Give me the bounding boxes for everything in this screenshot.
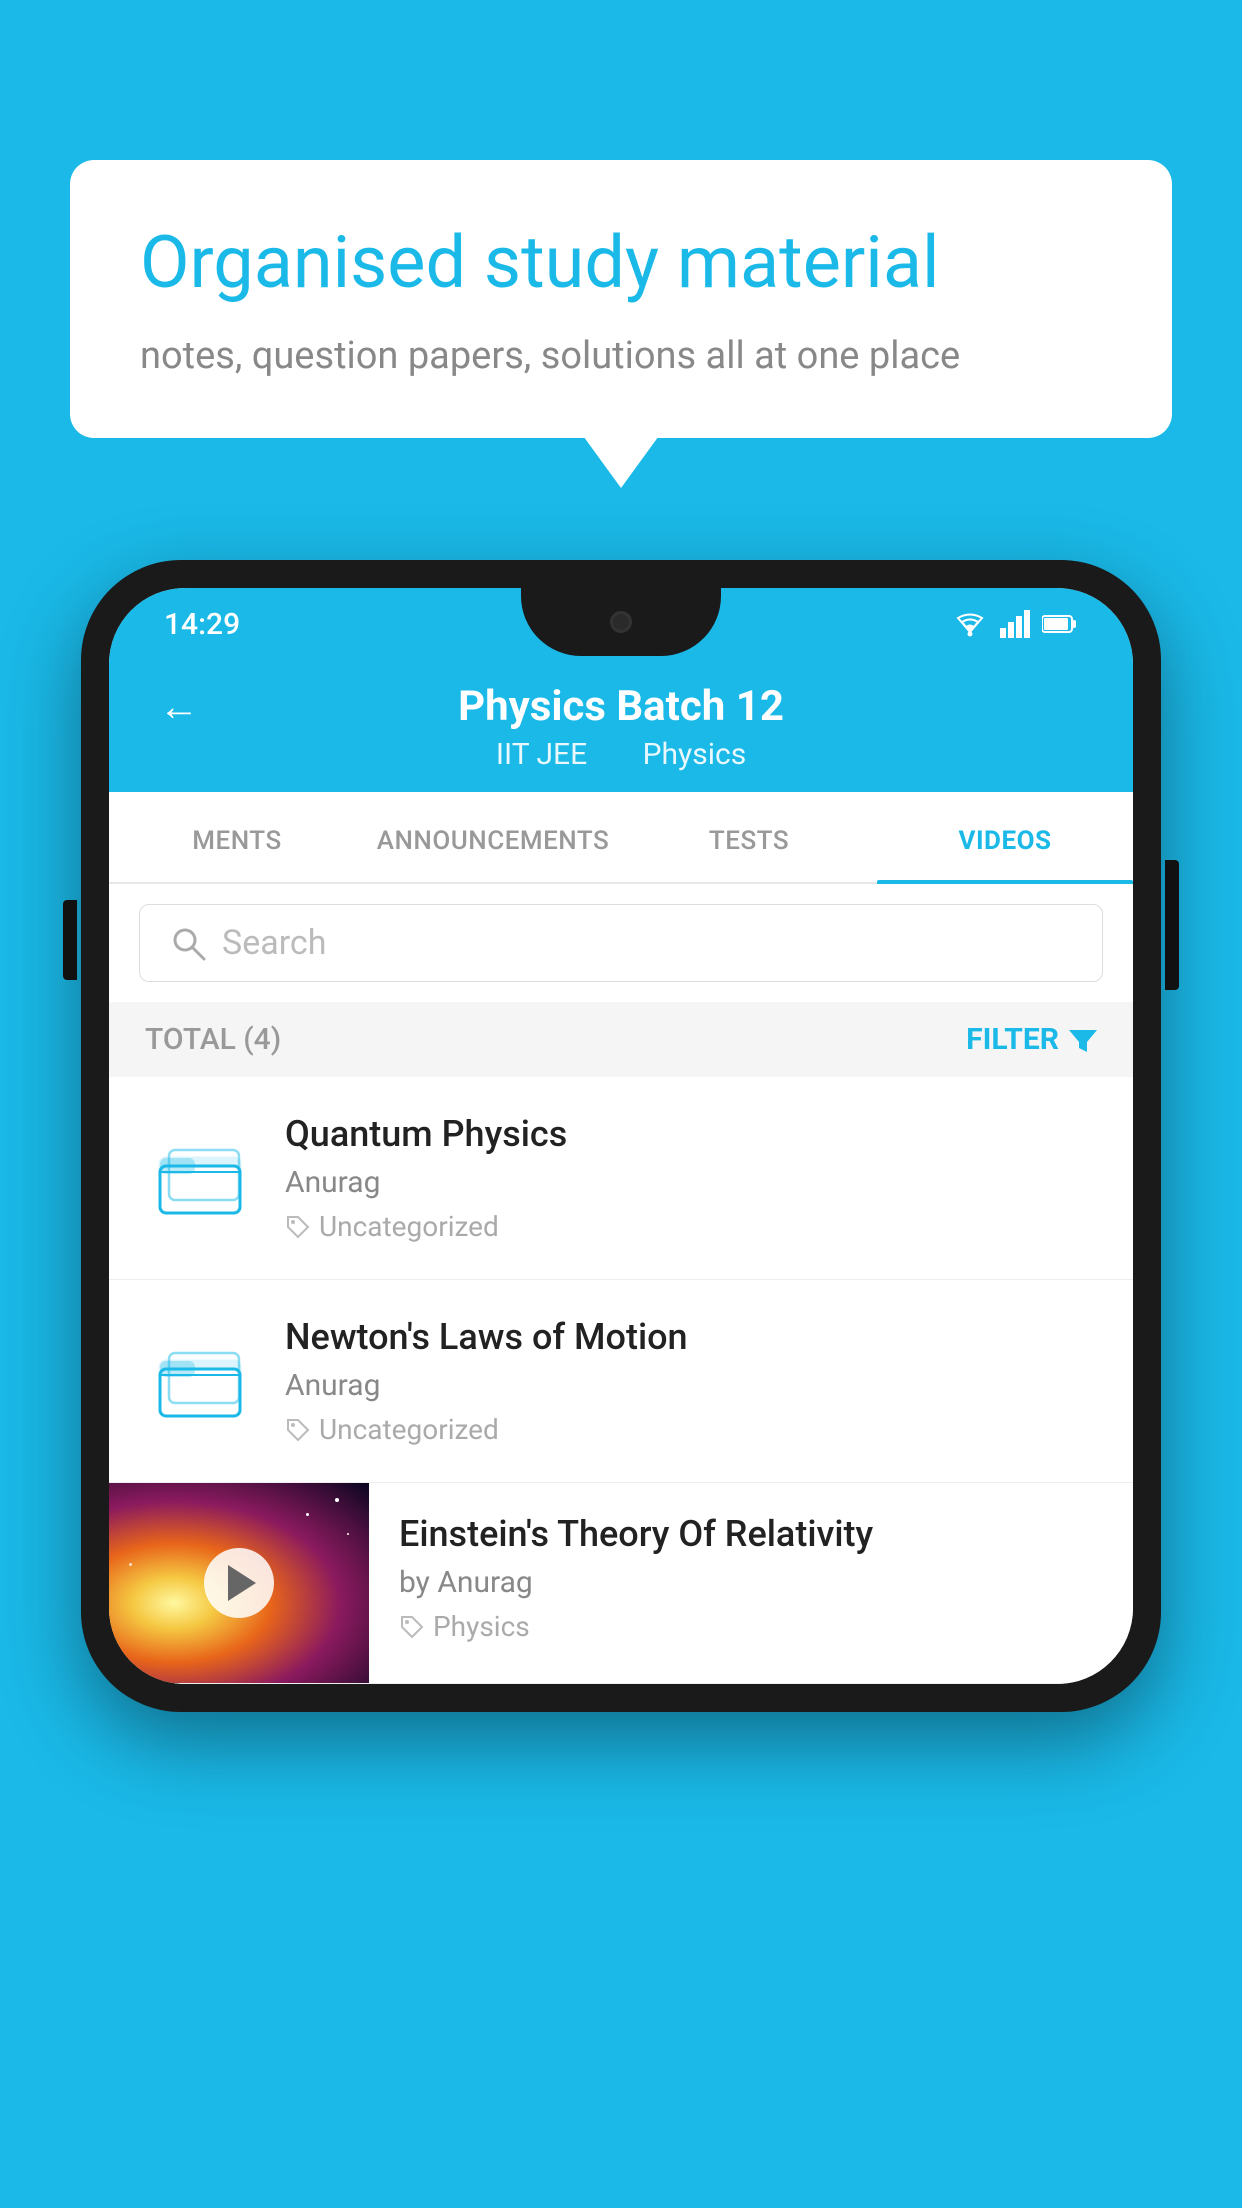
subtitle-part1: IIT JEE: [496, 737, 587, 772]
filter-bar: TOTAL (4) FILTER: [109, 1002, 1133, 1077]
tag-label-1: Uncategorized: [319, 1210, 499, 1243]
play-button[interactable]: [204, 1548, 274, 1618]
filter-icon: [1069, 1026, 1097, 1054]
video-title-1: Quantum Physics: [285, 1113, 1097, 1155]
search-icon: [170, 925, 206, 961]
tag-label-2: Uncategorized: [319, 1413, 499, 1446]
list-item[interactable]: Einstein's Theory Of Relativity by Anura…: [109, 1483, 1133, 1684]
tag-icon: [285, 1417, 311, 1443]
app-header: ← Physics Batch 12 IIT JEE Physics: [109, 656, 1133, 792]
list-item[interactable]: Newton's Laws of Motion Anurag Uncategor…: [109, 1280, 1133, 1483]
video-title-3: Einstein's Theory Of Relativity: [399, 1513, 1103, 1555]
header-title: Physics Batch 12: [458, 682, 784, 731]
tab-videos[interactable]: VIDEOS: [877, 792, 1133, 882]
phone-screen: 14:29: [109, 588, 1133, 1684]
search-bar[interactable]: Search: [139, 904, 1103, 982]
wifi-icon: [952, 610, 988, 638]
video-tag-3: Physics: [399, 1610, 1103, 1643]
phone-outer: 14:29: [81, 560, 1161, 1712]
folder-icon: [155, 1133, 245, 1223]
list-item[interactable]: Quantum Physics Anurag Uncategorized: [109, 1077, 1133, 1280]
bubble-title: Organised study material: [140, 220, 1102, 306]
tab-tests[interactable]: TESTS: [621, 792, 877, 882]
filter-button[interactable]: FILTER: [966, 1022, 1097, 1057]
video-tag-1: Uncategorized: [285, 1210, 1097, 1243]
tab-announcements[interactable]: ANNOUNCEMENTS: [365, 792, 621, 882]
camera-dot: [610, 611, 632, 633]
video-info-3: Einstein's Theory Of Relativity by Anura…: [369, 1483, 1133, 1663]
video-author-1: Anurag: [285, 1165, 1097, 1200]
search-placeholder: Search: [222, 923, 326, 963]
bubble-subtitle: notes, question papers, solutions all at…: [140, 334, 1102, 378]
status-time: 14:29: [164, 607, 240, 642]
tag-icon: [399, 1614, 425, 1640]
filter-label: FILTER: [966, 1022, 1059, 1057]
video-info-2: Newton's Laws of Motion Anurag Uncategor…: [285, 1316, 1097, 1446]
battery-icon: [1042, 613, 1078, 635]
video-thumbnail-3: [109, 1483, 369, 1683]
video-tag-2: Uncategorized: [285, 1413, 1097, 1446]
subtitle-part2: Physics: [643, 737, 747, 772]
video-info-1: Quantum Physics Anurag Uncategorized: [285, 1113, 1097, 1243]
speech-bubble: Organised study material notes, question…: [70, 160, 1172, 438]
video-author-2: Anurag: [285, 1368, 1097, 1403]
total-count: TOTAL (4): [145, 1022, 281, 1057]
signal-icon: [1000, 610, 1030, 638]
folder-thumbnail-1: [145, 1123, 255, 1233]
phone-wrapper: 14:29: [81, 560, 1161, 1712]
folder-icon: [155, 1336, 245, 1426]
video-author-3: by Anurag: [399, 1565, 1103, 1600]
back-button[interactable]: ←: [159, 683, 199, 730]
folder-thumbnail-2: [145, 1326, 255, 1436]
search-container: Search: [109, 884, 1133, 1002]
play-triangle: [228, 1565, 256, 1601]
tag-icon: [285, 1214, 311, 1240]
header-subtitle: IIT JEE Physics: [484, 737, 758, 772]
phone-notch: [521, 588, 721, 656]
speech-bubble-container: Organised study material notes, question…: [70, 160, 1172, 438]
tab-ments[interactable]: MENTS: [109, 792, 365, 882]
video-list: Quantum Physics Anurag Uncategorized: [109, 1077, 1133, 1684]
video-title-2: Newton's Laws of Motion: [285, 1316, 1097, 1358]
tag-label-3: Physics: [433, 1610, 530, 1643]
status-icons: [952, 610, 1078, 638]
tabs-bar: MENTS ANNOUNCEMENTS TESTS VIDEOS: [109, 792, 1133, 884]
header-row: ← Physics Batch 12: [159, 682, 1083, 731]
